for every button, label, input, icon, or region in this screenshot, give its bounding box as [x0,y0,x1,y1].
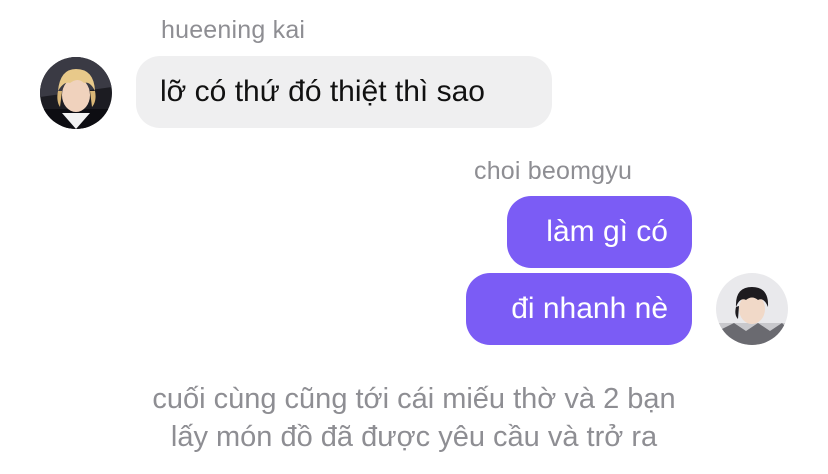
person-avatar-blonde-hair-icon [40,57,112,129]
message-bubble: lỡ có thứ đó thiệt thì sao [136,56,552,128]
message-bubble: đi nhanh nè [466,273,692,345]
person-avatar-dark-hair-icon [716,273,788,345]
narration-line: cuối cùng cũng tới cái miếu thờ và 2 bạn [152,383,676,415]
message-bubble: làm gì có [507,196,692,268]
avatar-hueening-kai[interactable] [40,57,112,129]
sender-name-hueening-kai: hueening kai [161,16,306,44]
narration-line: lấy món đồ đã được yêu cầu và trở ra [170,421,658,453]
narration-text: cuối cùng cũng tới cái miếu thờ và 2 bạn… [0,380,828,456]
sender-name-choi-beomgyu: choi beomgyu [474,157,633,185]
avatar-choi-beomgyu[interactable] [716,273,788,345]
